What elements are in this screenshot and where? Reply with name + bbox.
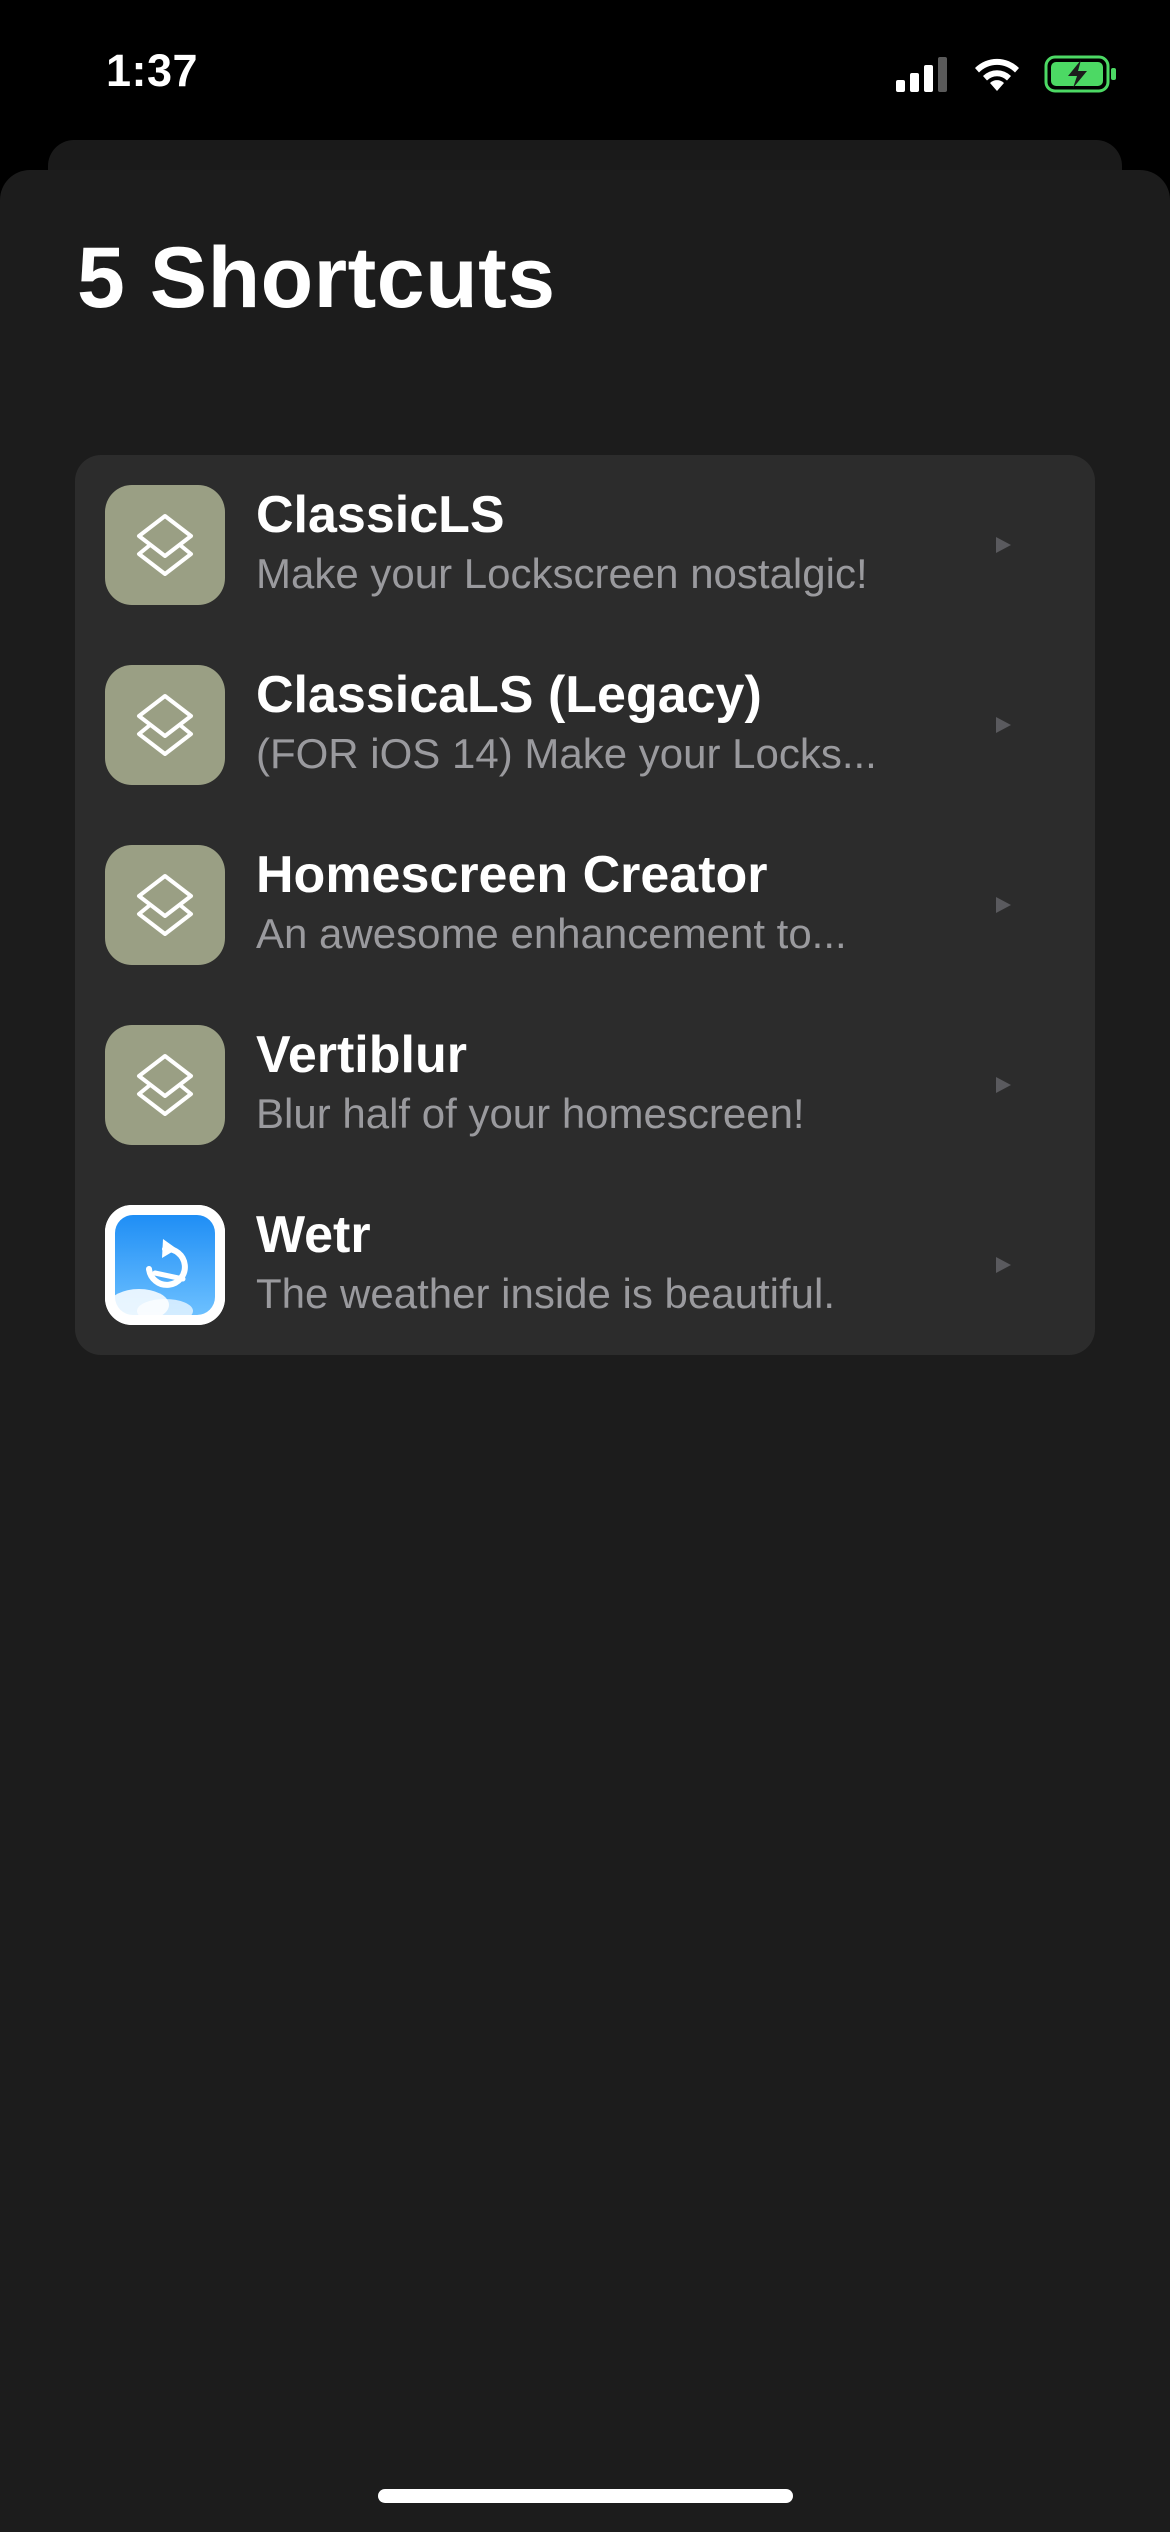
list-item-classicls[interactable]: ClassicLS Make your Lockscreen nostalgic… xyxy=(75,455,1095,635)
cellular-signal-icon xyxy=(896,57,947,92)
play-arrow-icon xyxy=(996,1077,1011,1093)
list-item-vertiblur[interactable]: Vertiblur Blur half of your homescreen! xyxy=(75,995,1095,1175)
play-arrow-icon xyxy=(996,1257,1011,1273)
list-item-title: ClassicLS xyxy=(256,486,505,544)
list-item-subtitle: The weather inside is beautiful. xyxy=(256,1270,835,1317)
status-icons xyxy=(896,54,1118,94)
play-arrow-icon xyxy=(996,537,1011,553)
play-arrow-icon xyxy=(996,717,1011,733)
play-arrow-icon xyxy=(996,897,1011,913)
list-item-title: Homescreen Creator xyxy=(256,846,768,904)
shortcuts-icon xyxy=(105,485,225,605)
status-time: 1:37 xyxy=(106,45,199,96)
list-item-subtitle: Blur half of your homescreen! xyxy=(256,1090,805,1137)
shortcuts-icon xyxy=(105,665,225,785)
list-item-title: ClassicaLS (Legacy) xyxy=(256,666,762,724)
wetr-app-icon xyxy=(105,1205,225,1325)
shortcuts-icon xyxy=(105,1025,225,1145)
list-item-title: Vertiblur xyxy=(256,1026,467,1084)
list-item-subtitle: An awesome enhancement to... xyxy=(256,910,847,957)
wifi-icon xyxy=(975,58,1019,91)
battery-charging-icon xyxy=(1044,55,1116,93)
list-item-homescreen-creator[interactable]: Homescreen Creator An awesome enhancemen… xyxy=(75,815,1095,995)
list-item-classicals-legacy[interactable]: ClassicaLS (Legacy) (FOR iOS 14) Make yo… xyxy=(75,635,1095,815)
home-indicator[interactable] xyxy=(378,2489,793,2503)
list-item-subtitle: Make your Lockscreen nostalgic! xyxy=(256,550,868,597)
list-item-subtitle: (FOR iOS 14) Make your Locks... xyxy=(256,730,877,777)
page-title: 5 Shortcuts xyxy=(77,230,556,326)
list-item-wetr[interactable]: Wetr The weather inside is beautiful. xyxy=(75,1175,1095,1355)
status-bar: 1:37 xyxy=(0,0,1170,150)
list-item-title: Wetr xyxy=(256,1206,371,1264)
shortcuts-icon xyxy=(105,845,225,965)
shortcuts-list: ClassicLS Make your Lockscreen nostalgic… xyxy=(75,455,1095,1355)
